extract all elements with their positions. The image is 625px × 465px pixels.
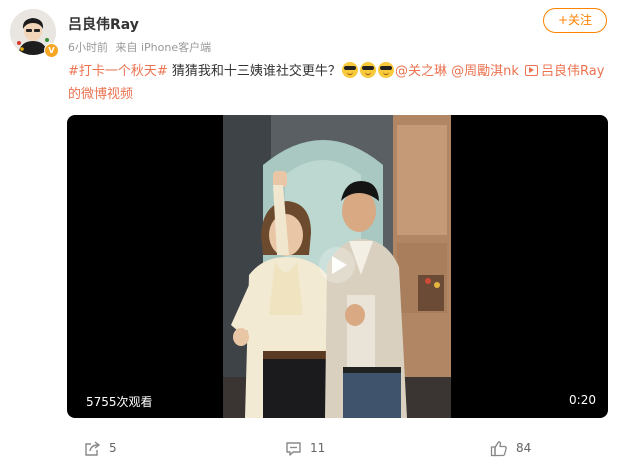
repost-button[interactable]: 5 <box>84 436 117 460</box>
sunglasses-emoji-icon <box>359 62 376 78</box>
hashtag-link[interactable]: #打卡一个秋天# <box>68 64 168 79</box>
like-button[interactable]: 84 <box>490 436 531 460</box>
post-source: 来自 iPhone客户端 <box>115 41 212 54</box>
follow-button[interactable]: +关注 <box>543 8 607 33</box>
comment-button[interactable]: 11 <box>285 436 325 460</box>
video-player[interactable]: 5755次观看 0:20 <box>67 115 608 418</box>
video-camera-icon <box>525 65 539 76</box>
mention-link[interactable]: @周勵淇nk <box>451 64 519 79</box>
play-button[interactable] <box>319 247 355 283</box>
comment-count: 11 <box>310 441 326 455</box>
verified-badge: V <box>44 43 59 58</box>
post-content: #打卡一个秋天# 猜猜我和十三姨谁社交更牛？ @关之琳 @周勵淇nk 吕良伟Ray… <box>68 60 608 106</box>
action-bar: 5 11 84 <box>0 436 625 460</box>
post-body-text: 猜猜我和十三姨谁社交更牛？ <box>167 64 341 79</box>
like-count: 84 <box>516 441 532 455</box>
video-duration: 0:20 <box>569 393 596 407</box>
sunglasses-emoji-icon <box>377 62 394 78</box>
post-meta: 6小时前 来自 iPhone客户端 <box>68 39 215 55</box>
author-name[interactable]: 吕良伟Ray <box>68 14 139 34</box>
mention-link[interactable]: @关之琳 <box>395 64 447 79</box>
sunglasses-emoji-icon <box>341 62 358 78</box>
repost-icon <box>85 440 101 456</box>
comment-icon <box>286 441 301 456</box>
repost-count: 5 <box>109 441 117 455</box>
thumbs-up-icon <box>490 440 507 456</box>
post-time[interactable]: 6小时前 <box>68 41 108 54</box>
view-count: 5755次观看 <box>86 395 153 409</box>
